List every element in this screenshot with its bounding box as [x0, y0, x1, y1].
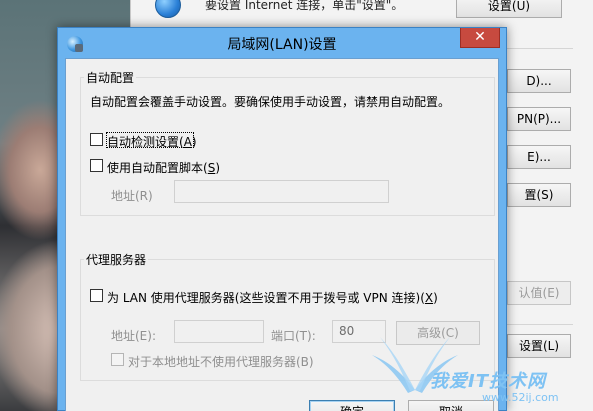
proxy-address-input[interactable] — [174, 320, 264, 343]
script-address-label: 地址(R) — [111, 189, 153, 203]
proxy-caption: 代理服务器 — [84, 251, 149, 268]
bypass-local-checkbox[interactable] — [111, 353, 124, 366]
auto-config-caption: 自动配置 — [84, 69, 137, 86]
add-connection-button[interactable]: D)... — [507, 69, 571, 93]
close-icon: ✕ — [474, 29, 486, 45]
connection-hint-text: 要设置 Internet 连接，单击"设置"。 — [205, 0, 404, 12]
add-vpn-button[interactable]: PN(P)... — [507, 107, 571, 131]
watermark-text: 我爱IT技术网 — [430, 371, 546, 392]
divider — [507, 48, 573, 49]
lan-settings-button[interactable]: 设置(L) — [507, 334, 571, 358]
remove-button[interactable]: E)... — [507, 145, 571, 169]
watermark-url: www.52ij.com — [482, 391, 559, 404]
script-address-input[interactable] — [174, 180, 389, 203]
use-script-label[interactable]: 使用自动配置脚本(S) — [107, 159, 220, 176]
set-default-button[interactable]: 认值(E) — [507, 281, 571, 305]
use-proxy-checkbox[interactable] — [90, 289, 103, 302]
auto-detect-label[interactable]: 自动检测设置(A) — [107, 133, 197, 150]
use-proxy-label[interactable]: 为 LAN 使用代理服务器(这些设置不用于拨号或 VPN 连接)(X) — [107, 289, 438, 306]
divider — [507, 324, 573, 325]
proxy-address-label: 地址(E): — [111, 329, 156, 343]
use-script-checkbox[interactable] — [90, 159, 103, 172]
setup-button[interactable]: 设置(U) — [456, 0, 562, 18]
ok-button[interactable]: 确定 — [309, 400, 395, 411]
dialog-title: 局域网(LAN)设置 — [227, 37, 337, 53]
bypass-local-label[interactable]: 对于本地地址不使用代理服务器(B) — [128, 353, 314, 370]
settings-button[interactable]: 置(S) — [507, 183, 571, 207]
proxy-port-label: 端口(T): — [271, 329, 316, 343]
auto-detect-checkbox[interactable] — [90, 133, 103, 146]
close-button[interactable]: ✕ — [460, 28, 500, 48]
auto-config-description: 自动配置会覆盖手动设置。要确保使用手动设置，请禁用自动配置。 — [90, 95, 451, 109]
title-bar[interactable]: 局域网(LAN)设置 ✕ — [58, 28, 506, 58]
